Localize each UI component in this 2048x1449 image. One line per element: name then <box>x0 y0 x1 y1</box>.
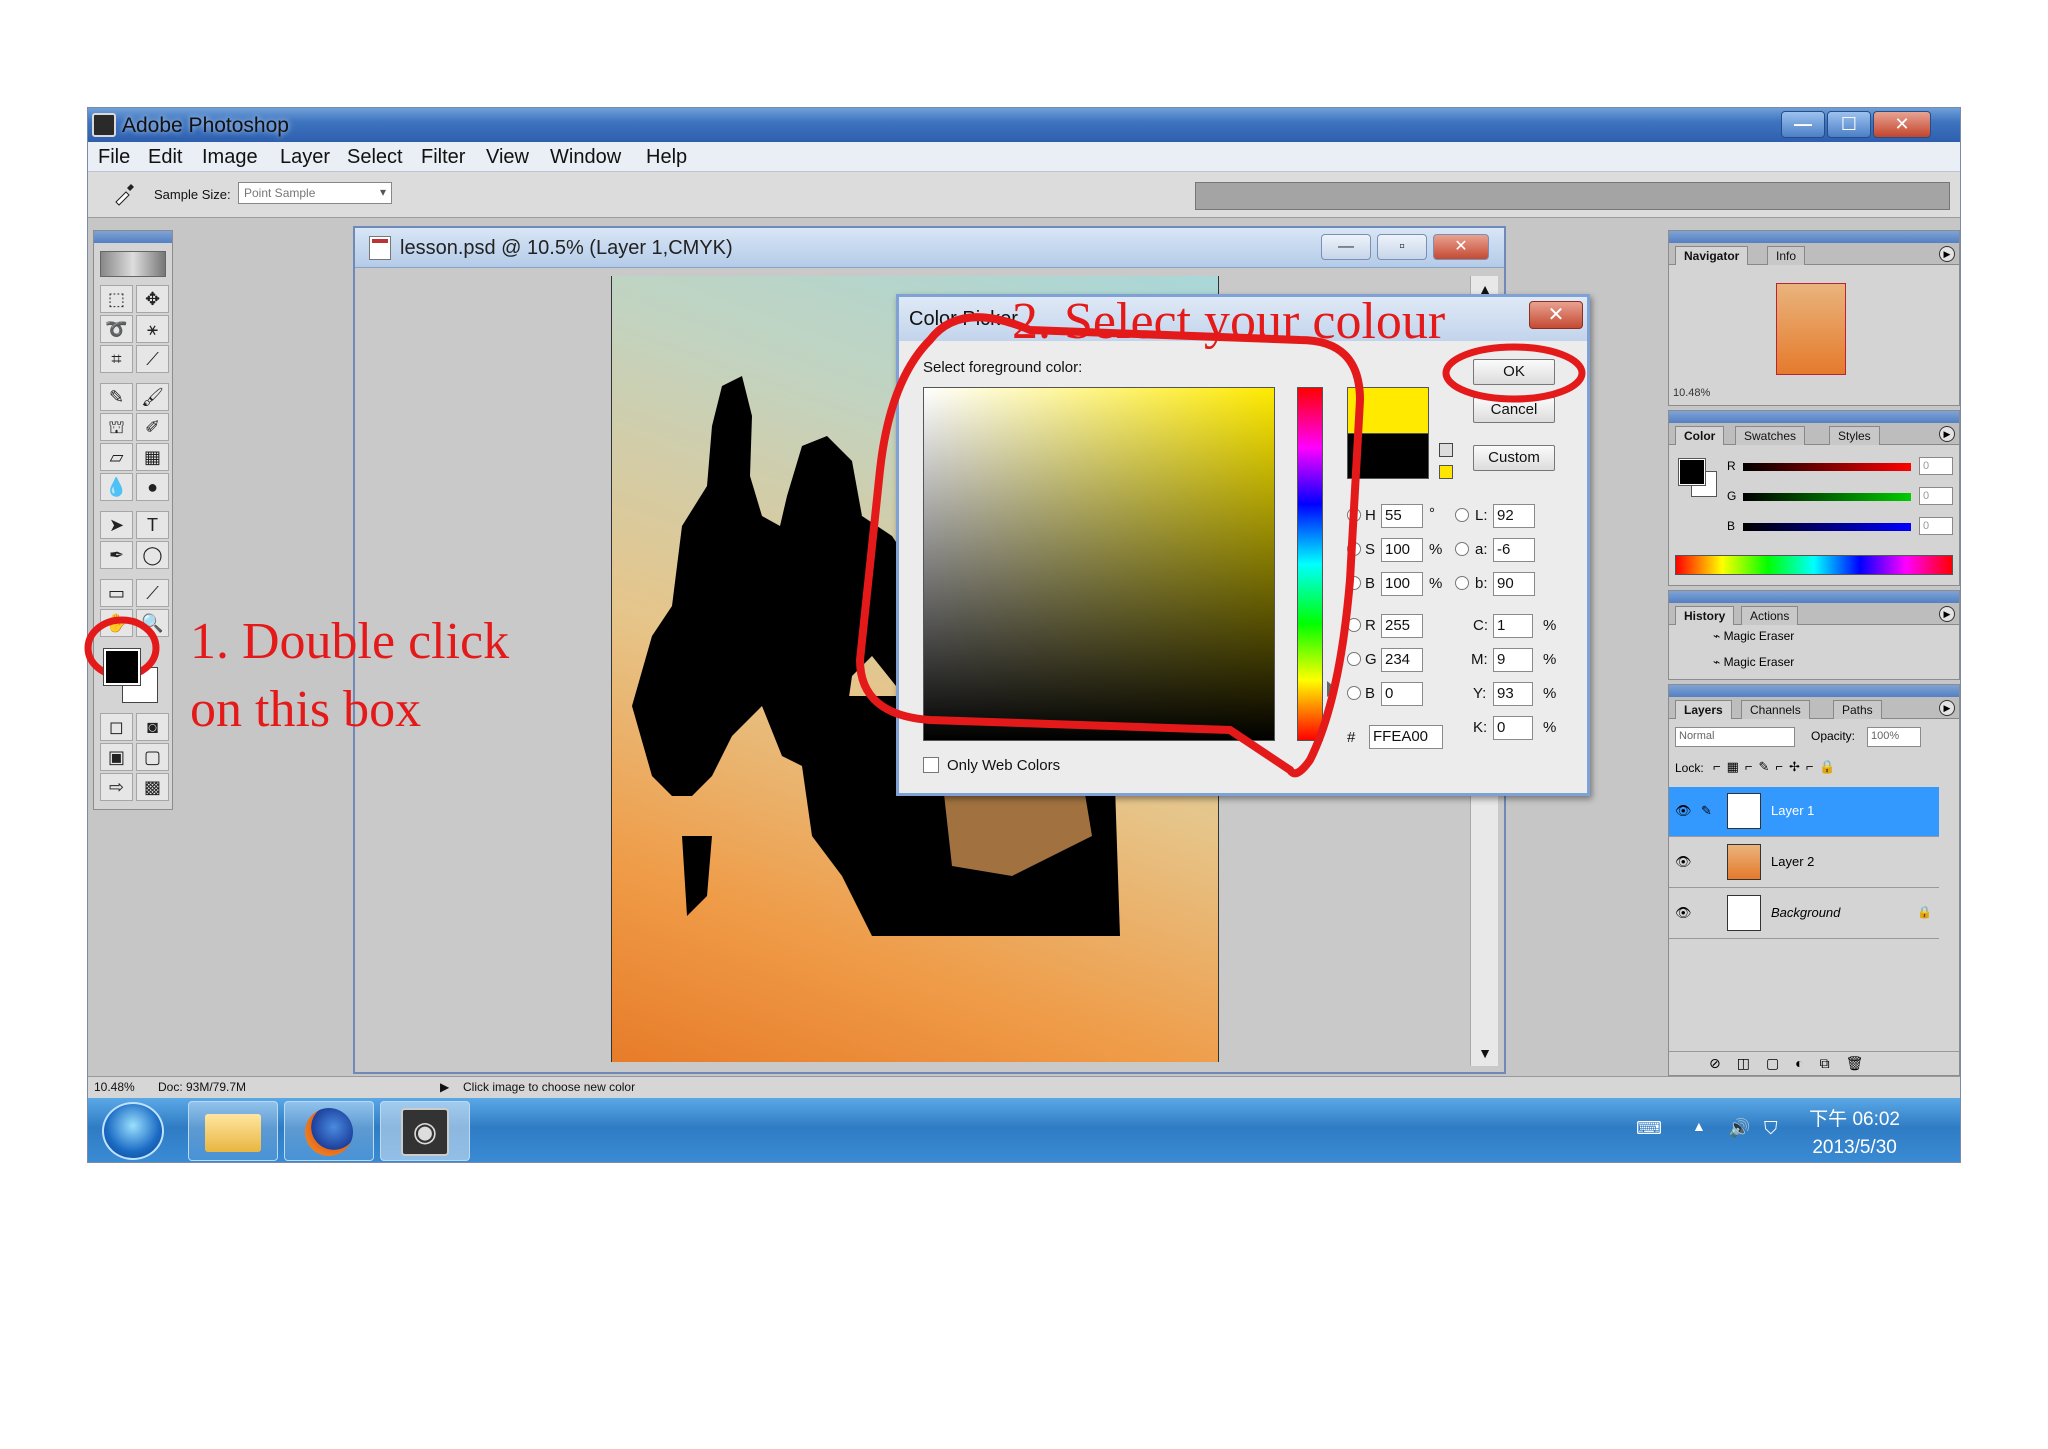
annotation-outline-color-field <box>855 313 1365 778</box>
palette-foreground-swatch[interactable] <box>1678 458 1706 486</box>
annotation-step1-line1: 1. Double click <box>190 613 510 670</box>
foreground-color-box[interactable] <box>103 648 141 686</box>
annotation-step1-line2: on this box <box>190 681 422 738</box>
annotation-circle-ok-button <box>1442 343 1586 403</box>
annotation-step2: 2. Select your colour <box>1012 293 1446 350</box>
